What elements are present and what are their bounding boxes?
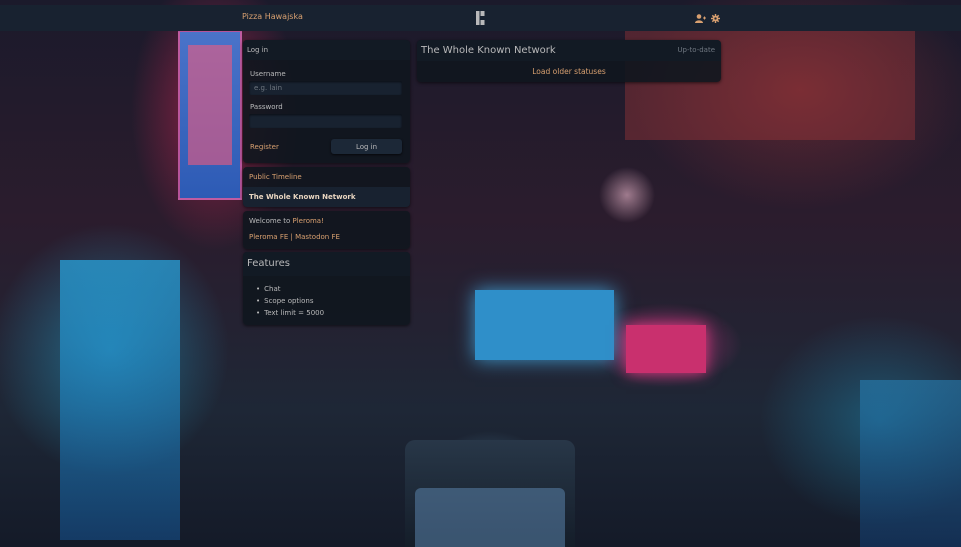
feature-item: Scope options xyxy=(256,295,324,307)
register-link[interactable]: Register xyxy=(250,143,279,151)
password-label: Password xyxy=(250,103,283,111)
timeline-title: The Whole Known Network xyxy=(421,45,556,56)
login-button[interactable]: Log in xyxy=(331,139,402,154)
top-nav-bar: Pizza Hawajska xyxy=(0,5,961,31)
background-right-storefront xyxy=(860,380,961,547)
background-bus-window xyxy=(415,488,565,547)
frontend-links: Pleroma FE | Mastodon FE xyxy=(249,233,340,241)
login-panel: Log in Username Password Register Log in xyxy=(243,40,410,163)
login-panel-title: Log in xyxy=(243,40,410,60)
username-label: Username xyxy=(250,70,286,78)
welcome-prefix: Welcome to xyxy=(249,217,293,225)
timeline-nav-panel: Public Timeline The Whole Known Network xyxy=(243,167,410,207)
features-title: Features xyxy=(243,252,410,276)
pleroma-logo-icon[interactable] xyxy=(476,11,488,25)
nav-item-public-timeline[interactable]: Public Timeline xyxy=(243,167,410,187)
nav-item-whole-known-network[interactable]: The Whole Known Network xyxy=(243,187,410,207)
features-list: Chat Scope options Text limit = 5000 xyxy=(256,283,324,319)
load-older-statuses-button[interactable]: Load older statuses xyxy=(417,61,721,82)
instance-info-panel: Welcome to Pleroma! Pleroma FE | Mastodo… xyxy=(243,211,410,249)
timeline-panel: The Whole Known Network Up-to-date Load … xyxy=(417,40,721,82)
features-panel: Features Chat Scope options Text limit =… xyxy=(243,252,410,325)
feature-item: Chat xyxy=(256,283,324,295)
gear-icon[interactable] xyxy=(711,14,720,26)
password-input[interactable] xyxy=(249,114,402,128)
site-name-link[interactable]: Pizza Hawajska xyxy=(242,12,303,21)
timeline-status: Up-to-date xyxy=(677,46,715,54)
background-neon-storefront xyxy=(60,260,180,540)
welcome-link[interactable]: Pleroma! xyxy=(293,217,324,225)
feature-item: Text limit = 5000 xyxy=(256,307,324,319)
timeline-header: The Whole Known Network Up-to-date xyxy=(417,40,721,61)
background-blue-billboard xyxy=(475,290,614,360)
username-input[interactable] xyxy=(249,81,402,95)
page-root: Pizza Hawajska Log in Username e.g. lain… xyxy=(0,0,961,547)
user-plus-icon[interactable] xyxy=(695,14,706,26)
frontend-links-text[interactable]: Pleroma FE | Mastodon FE xyxy=(249,233,340,241)
background-pink-sign xyxy=(626,325,706,373)
background-sign-glow xyxy=(188,45,232,165)
welcome-text: Welcome to Pleroma! xyxy=(249,217,324,225)
